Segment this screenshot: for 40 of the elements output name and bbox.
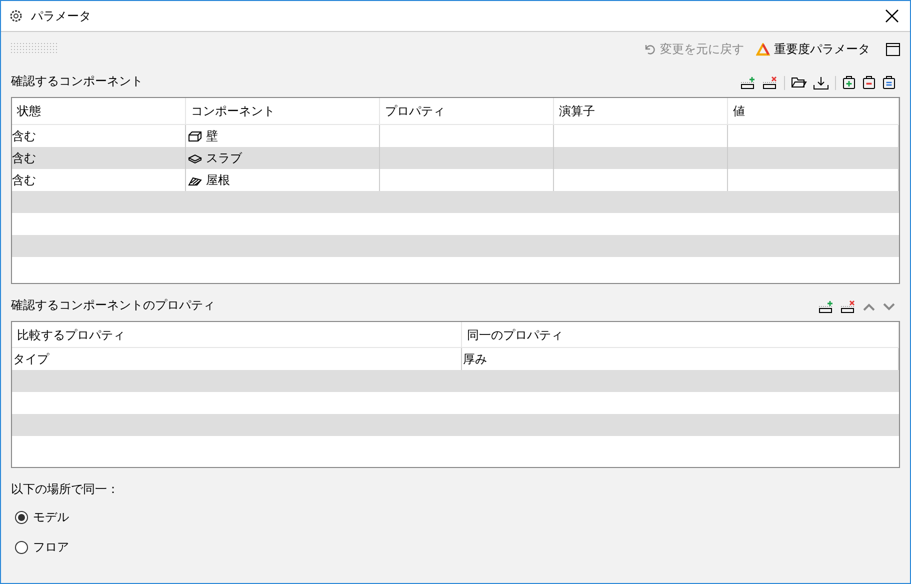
window-icon[interactable] (886, 42, 900, 56)
same-in-label: 以下の場所で同一： (11, 481, 120, 498)
table-cell-text: スラブ (206, 150, 242, 167)
chevron-down-icon[interactable] (882, 302, 896, 312)
column-header[interactable]: 同一のプロパティ (467, 326, 563, 344)
wall-icon (188, 130, 202, 142)
column-header[interactable]: 値 (733, 102, 745, 120)
section-title: 確認するコンポーネント (11, 73, 143, 90)
roof-icon (188, 174, 202, 186)
warning-icon (756, 42, 770, 56)
radio-option[interactable]: フロア (15, 538, 900, 556)
settings-icon (9, 9, 23, 23)
radio-option[interactable]: モデル (15, 508, 900, 526)
remove-set-icon[interactable] (862, 75, 876, 90)
delete-row-icon[interactable] (762, 76, 778, 90)
download-icon[interactable] (813, 76, 829, 90)
window-title: パラメータ (31, 8, 91, 25)
column-header[interactable]: 状態 (17, 102, 41, 120)
delete-row-icon[interactable] (840, 300, 856, 314)
table-cell-text: 含む (12, 172, 36, 189)
chevron-up-icon[interactable] (862, 302, 876, 312)
undo-icon (644, 43, 656, 55)
folder-icon[interactable] (791, 76, 807, 89)
importance-button[interactable]: 重要度パラメータ (756, 40, 870, 58)
column-header[interactable]: コンポーネント (191, 102, 275, 120)
section-title: 確認するコンポーネントのプロパティ (11, 297, 215, 314)
add-row-icon[interactable] (818, 300, 834, 314)
table-cell-text: 壁 (206, 128, 218, 145)
slab-icon (188, 152, 202, 164)
column-header[interactable]: プロパティ (385, 102, 445, 120)
table-cell-text: 厚み (463, 351, 487, 368)
table-cell-text: 含む (12, 128, 36, 145)
list-set-icon[interactable] (882, 75, 896, 90)
column-header[interactable]: 演算子 (559, 102, 595, 120)
add-row-icon[interactable] (740, 76, 756, 90)
table-cell-text: タイプ (13, 351, 49, 368)
column-header[interactable]: 比較するプロパティ (17, 326, 125, 344)
table-cell-text: 含む (12, 150, 36, 167)
add-set-icon[interactable] (842, 75, 856, 90)
table-cell-text: 屋根 (206, 172, 230, 189)
